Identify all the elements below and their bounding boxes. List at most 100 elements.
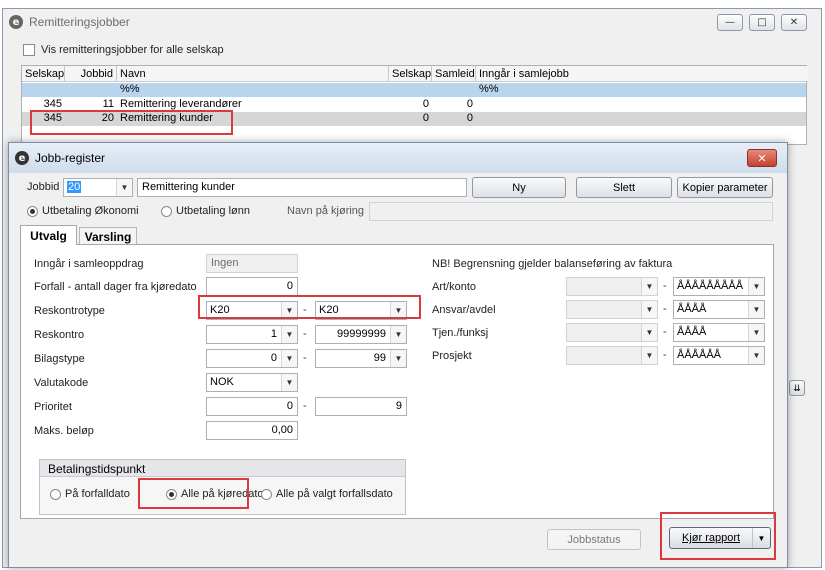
chevron-down-icon[interactable]: ▼ [641,347,657,364]
radio-dot-icon[interactable] [50,488,61,500]
filter-row[interactable]: %% %% [22,83,806,97]
col-selskap2[interactable]: Selskap [389,66,432,82]
range-dash: - [663,326,667,338]
prosjekt-label: Prosjekt [432,350,472,362]
chevron-down-icon[interactable]: ▼ [390,302,406,319]
samleoppdrag-label: Inngår i samleoppdrag [34,258,144,270]
cell-jobbid: 11 [102,98,114,110]
tjen-funksj-to-value: ÅÅÅÅ [677,326,707,338]
dialog-close-button[interactable]: ✕ [747,149,777,167]
col-navn[interactable]: Navn [117,66,389,82]
kjor-rapport-button[interactable]: Kjør rapport ▼ [669,527,771,549]
bilagstype-to-select[interactable]: 99 ▼ [315,349,407,368]
valutakode-select[interactable]: NOK ▼ [206,373,298,392]
tab-utvalg[interactable]: Utvalg [20,225,77,245]
radio-pa-forfalldato[interactable]: På forfalldato [50,488,130,500]
chevron-down-icon[interactable]: ▼ [748,324,764,341]
job-name-field[interactable]: Remittering kunder [137,178,467,197]
tjen-funksj-to-select[interactable]: ÅÅÅÅ ▼ [673,323,765,342]
col-inngar[interactable]: Inngår i samlejobb [476,66,806,82]
range-dash: - [663,303,667,315]
col-selskap[interactable]: Selskap [22,66,65,82]
show-all-companies-checkbox[interactable]: Vis remitteringsjobber for alle selskap [23,44,224,57]
reskontrotype-from-select[interactable]: K20 ▼ [206,301,298,320]
ansvar-avdel-from-select[interactable]: ▼ [566,300,658,319]
chevron-down-icon[interactable]: ▼ [281,326,297,343]
prioritet-from-field[interactable]: 0 [206,397,298,416]
checkbox-label: Vis remitteringsjobber for alle selskap [41,44,224,56]
radio-dot-icon[interactable] [166,488,177,500]
chevron-down-icon[interactable]: ▼ [752,528,770,548]
jobbid-select[interactable]: 20 ▼ [63,178,133,197]
radio-okonomi[interactable]: Utbetaling Økonomi [27,205,139,217]
forfall-field[interactable]: 0 [206,277,298,296]
reskontro-from-select[interactable]: 1 ▼ [206,325,298,344]
dialog-titlebar: e Jobb-register [9,143,787,173]
prosjekt-from-select[interactable]: ▼ [566,346,658,365]
radio-alle-pa-valgt[interactable]: Alle på valgt forfallsdato [261,488,393,500]
checkbox-box[interactable] [23,44,35,57]
prosjekt-to-value: ÅÅÅÅÅÅ [677,349,722,361]
chevron-down-icon[interactable]: ▼ [390,326,406,343]
maks-belop-field[interactable]: 0,00 [206,421,298,440]
reskontrotype-to-select[interactable]: K20 ▼ [315,301,407,320]
reskontro-label: Reskontro [34,329,85,341]
range-dash: - [303,400,307,412]
reskontrotype-to-value: K20 [319,304,339,316]
filter-inngar[interactable]: %% [476,82,502,96]
reskontro-to-select[interactable]: 99999999 ▼ [315,325,407,344]
tab-varsling[interactable]: Varsling [79,227,137,245]
prioritet-label: Prioritet [34,401,72,413]
cell-samleid: 0 [466,98,473,110]
chevron-down-icon[interactable]: ▼ [748,301,764,318]
radio-dot-icon[interactable] [261,488,272,500]
betalingstidspunkt-group: Betalingstidspunkt På forfalldato Alle p… [39,459,406,515]
chevron-down-icon[interactable]: ▼ [116,179,132,196]
reskontro-from-value: 1 [270,328,277,340]
radio-lonn[interactable]: Utbetaling lønn [161,205,250,217]
ny-button[interactable]: Ny [472,177,566,198]
prosjekt-to-select[interactable]: ÅÅÅÅÅÅ ▼ [673,346,765,365]
range-dash: - [663,349,667,361]
maks-belop-label: Maks. beløp [34,425,94,437]
chevron-down-icon[interactable]: ▼ [281,374,297,391]
chevron-down-icon[interactable]: ▼ [748,278,764,295]
table-row[interactable]: 345 11 Remittering leverandører 0 0 [22,98,806,112]
bilagstype-from-select[interactable]: 0 ▼ [206,349,298,368]
slett-button[interactable]: Slett [576,177,672,198]
filter-navn[interactable]: %% [117,82,143,96]
maximize-icon[interactable]: □ [749,14,775,31]
radio-dot-icon[interactable] [161,205,172,217]
minimize-icon[interactable]: — [717,14,743,31]
art-konto-from-select[interactable]: ▼ [566,277,658,296]
scroll-down-icon[interactable]: ⇊ [789,380,805,396]
range-dash: - [663,280,667,292]
tjen-funksj-from-select[interactable]: ▼ [566,323,658,342]
tjen-funksj-label: Tjen./funksj [432,327,489,339]
art-konto-to-value: ÅÅÅÅÅÅÅÅÅ [677,280,744,292]
close-icon[interactable]: ✕ [781,14,807,31]
art-konto-to-select[interactable]: ÅÅÅÅÅÅÅÅÅ ▼ [673,277,765,296]
radio-alle-pa-kjoredato-label: Alle på kjøredato [181,488,264,500]
chevron-down-icon[interactable]: ▼ [641,301,657,318]
chevron-down-icon[interactable]: ▼ [281,350,297,367]
radio-dot-icon[interactable] [27,205,38,217]
art-konto-label: Art/konto [432,281,477,293]
chevron-down-icon[interactable]: ▼ [390,350,406,367]
radio-alle-pa-kjoredato[interactable]: Alle på kjøredato [166,488,264,500]
kopier-parameter-button[interactable]: Kopier parameter [677,177,773,198]
ansvar-avdel-to-select[interactable]: ÅÅÅÅ ▼ [673,300,765,319]
navn-pa-kjoring-label: Navn på kjøring [287,205,365,217]
col-jobbid[interactable]: Jobbid [65,66,117,82]
table-row-selected[interactable]: 345 20 Remittering kunder 0 0 [22,112,806,126]
chevron-down-icon[interactable]: ▼ [641,324,657,341]
prioritet-to-field[interactable]: 9 [315,397,407,416]
chevron-down-icon[interactable]: ▼ [748,347,764,364]
col-samleid[interactable]: Samleid [432,66,476,82]
chevron-down-icon[interactable]: ▼ [281,302,297,319]
app-logo-icon: e [15,151,29,165]
chevron-down-icon[interactable]: ▼ [641,278,657,295]
bilagstype-from-value: 0 [270,352,277,364]
bg-window-title: Remitteringsjobber [29,15,130,29]
cell-selskap2: 0 [422,98,429,110]
